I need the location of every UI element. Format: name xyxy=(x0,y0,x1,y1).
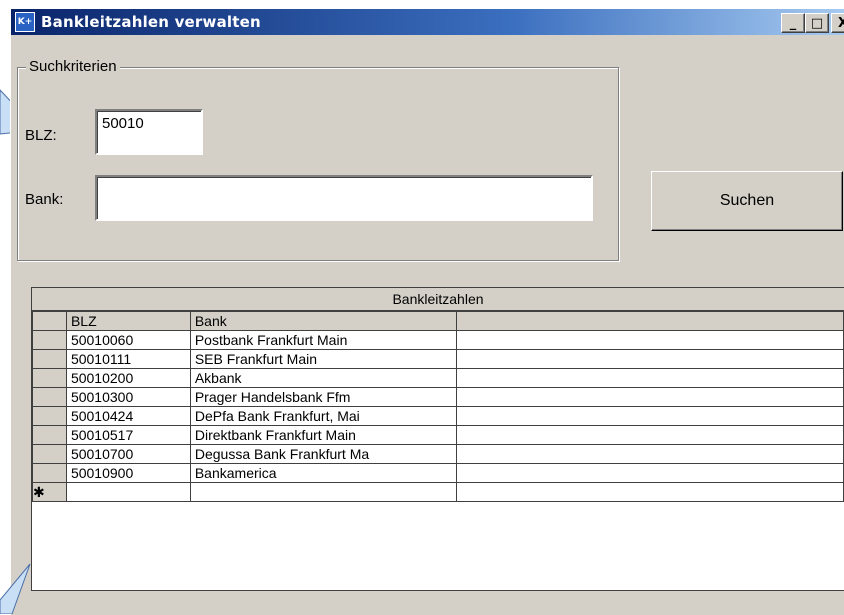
close-icon: X xyxy=(838,16,844,31)
row-selector[interactable] xyxy=(32,387,67,407)
cell-bank[interactable]: DePfa Bank Frankfurt, Mai xyxy=(189,406,457,426)
row-selector[interactable] xyxy=(32,330,67,350)
cell-blz[interactable]: 50010060 xyxy=(65,330,191,350)
table-row[interactable]: 50010900 Bankamerica xyxy=(32,463,844,483)
bank-input[interactable] xyxy=(95,175,593,221)
cell-extra[interactable] xyxy=(455,368,844,388)
column-header-bank[interactable]: Bank xyxy=(189,311,457,331)
search-criteria-group: Suchkriterien xyxy=(17,58,619,261)
new-cell-extra[interactable] xyxy=(455,482,844,502)
cell-extra[interactable] xyxy=(455,444,844,464)
cell-blz[interactable]: 50010700 xyxy=(65,444,191,464)
row-selector[interactable] xyxy=(32,425,67,445)
callout-arrow-bottom xyxy=(0,563,31,614)
cell-bank[interactable]: Prager Handelsbank Ffm xyxy=(189,387,457,407)
new-row-star-icon[interactable]: ✱ xyxy=(32,482,67,502)
cell-blz[interactable]: 50010424 xyxy=(65,406,191,426)
cell-blz[interactable]: 50010200 xyxy=(65,368,191,388)
row-selector[interactable] xyxy=(32,463,67,483)
new-cell-bank[interactable] xyxy=(189,482,457,502)
cell-bank[interactable]: Degussa Bank Frankfurt Ma xyxy=(189,444,457,464)
cell-extra[interactable] xyxy=(455,425,844,445)
table-row[interactable]: 50010111 SEB Frankfurt Main xyxy=(32,349,844,369)
cell-extra[interactable] xyxy=(455,463,844,483)
table-row[interactable]: 50010200 Akbank xyxy=(32,368,844,388)
bank-table: BLZ Bank 50010060 Postbank Frankfurt Mai… xyxy=(32,311,844,502)
blz-input[interactable]: 50010 xyxy=(95,109,203,155)
header-row: BLZ Bank xyxy=(32,311,844,331)
app-icon[interactable]: K+ xyxy=(15,12,35,32)
row-selector-header[interactable] xyxy=(32,311,67,331)
column-header-blz[interactable]: BLZ xyxy=(65,311,191,331)
bank-grid[interactable]: Bankleitzahlen BLZ Bank 50010060 Postban… xyxy=(31,287,844,591)
row-selector[interactable] xyxy=(32,444,67,464)
window-title: Bankleitzahlen verwalten xyxy=(41,13,261,31)
minimize-icon: _ xyxy=(789,15,797,31)
table-row[interactable]: 50010517 Direktbank Frankfurt Main xyxy=(32,425,844,445)
cell-blz[interactable]: 50010517 xyxy=(65,425,191,445)
grid-caption: Bankleitzahlen xyxy=(32,288,844,311)
maximize-button[interactable]: □ xyxy=(805,13,829,33)
minimize-button[interactable]: _ xyxy=(781,13,805,33)
row-selector[interactable] xyxy=(32,368,67,388)
cell-bank[interactable]: Akbank xyxy=(189,368,457,388)
new-cell-blz[interactable] xyxy=(65,482,191,502)
cell-blz[interactable]: 50010300 xyxy=(65,387,191,407)
row-selector[interactable] xyxy=(32,349,67,369)
main-window: K+ Bankleitzahlen verwalten _ □ X Suchkr… xyxy=(10,8,844,615)
close-button[interactable]: X xyxy=(831,13,844,33)
maximize-icon: □ xyxy=(810,15,824,31)
cell-extra[interactable] xyxy=(455,330,844,350)
new-row[interactable]: ✱ xyxy=(32,482,844,502)
blz-label: BLZ: xyxy=(25,127,57,144)
search-button[interactable]: Suchen xyxy=(651,171,843,231)
cell-bank[interactable]: Postbank Frankfurt Main xyxy=(189,330,457,350)
cell-blz[interactable]: 50010900 xyxy=(65,463,191,483)
table-row[interactable]: 50010700 Degussa Bank Frankfurt Ma xyxy=(32,444,844,464)
table-row[interactable]: 50010424 DePfa Bank Frankfurt, Mai xyxy=(32,406,844,426)
search-criteria-legend: Suchkriterien xyxy=(26,58,120,75)
cell-extra[interactable] xyxy=(455,387,844,407)
cell-blz[interactable]: 50010111 xyxy=(65,349,191,369)
title-bar[interactable]: K+ Bankleitzahlen verwalten _ □ X xyxy=(11,9,844,35)
row-selector[interactable] xyxy=(32,406,67,426)
cell-extra[interactable] xyxy=(455,349,844,369)
cell-bank[interactable]: SEB Frankfurt Main xyxy=(189,349,457,369)
table-row[interactable]: 50010300 Prager Handelsbank Ffm xyxy=(32,387,844,407)
table-row[interactable]: 50010060 Postbank Frankfurt Main xyxy=(32,330,844,350)
cell-bank[interactable]: Direktbank Frankfurt Main xyxy=(189,425,457,445)
cell-bank[interactable]: Bankamerica xyxy=(189,463,457,483)
bank-label: Bank: xyxy=(25,191,64,208)
column-header-extra[interactable] xyxy=(455,311,844,331)
cell-extra[interactable] xyxy=(455,406,844,426)
